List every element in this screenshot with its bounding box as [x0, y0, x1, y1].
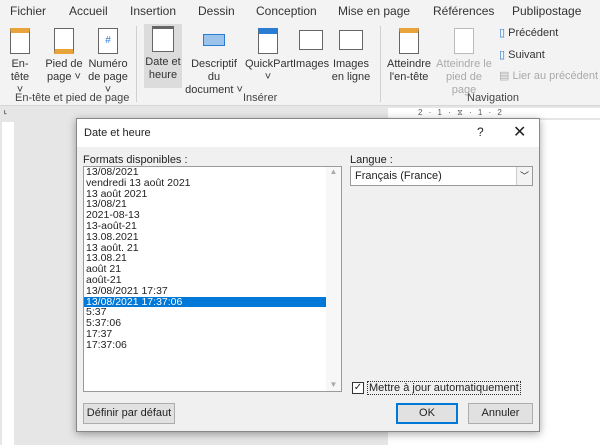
- tab-fichier[interactable]: Fichier: [10, 0, 46, 18]
- formats-list[interactable]: 13/08/2021 vendredi 13 août 2021 13 août 2…: [83, 166, 342, 392]
- format-item[interactable]: 17:37:06: [84, 339, 326, 351]
- pied-de-page-button[interactable]: Pied de page ˅: [44, 26, 84, 84]
- document-property-icon: [203, 34, 225, 46]
- format-item[interactable]: 13/08/2021 17:37: [84, 285, 326, 297]
- goto-header-icon: [399, 28, 419, 54]
- format-item[interactable]: vendredi 13 août 2021: [84, 177, 326, 189]
- date-heure-dialog: Date et heure ? ✕ Formats disponibles : …: [76, 118, 540, 432]
- picture-icon: [299, 30, 323, 50]
- tab-references[interactable]: Références: [433, 0, 494, 18]
- tab-publipostage[interactable]: Publipostage: [512, 0, 581, 18]
- group-label-navigation: Navigation: [467, 92, 519, 104]
- cancel-button[interactable]: Annuler: [468, 403, 533, 424]
- atteindre-pied-button[interactable]: Atteindre le pied de page: [434, 26, 494, 97]
- header-icon: [10, 28, 30, 54]
- tab-mise-en-page[interactable]: Mise en page: [338, 0, 410, 18]
- tab-accueil[interactable]: Accueil: [69, 0, 108, 18]
- format-item[interactable]: 5:37:06: [84, 318, 326, 329]
- entete-button[interactable]: En-tête ˅: [8, 26, 32, 97]
- atteindre-entete-button[interactable]: Atteindre l'en-tête: [386, 26, 432, 84]
- ribbon-tabs: Fichier Accueil Insertion Dessin Concept…: [0, 0, 600, 22]
- divider: [380, 26, 381, 102]
- langue-label: Langue :: [350, 154, 393, 166]
- link-icon: ▤: [499, 70, 510, 82]
- checkbox-icon[interactable]: ✓: [352, 382, 364, 394]
- images-en-ligne-button[interactable]: Images en ligne: [331, 26, 371, 84]
- help-button[interactable]: ?: [477, 125, 484, 139]
- online-picture-icon: [339, 30, 363, 50]
- dialog-title: Date et heure: [77, 119, 539, 147]
- page-number-icon: #: [98, 28, 118, 54]
- ribbon: En-tête ˅ Pied de page ˅ # Numéro de page ˅…: [0, 22, 600, 106]
- suivant-button[interactable]: ▯ Suivant: [499, 49, 545, 62]
- footer-icon: [54, 28, 74, 54]
- precedent-button[interactable]: ▯ Précédent: [499, 27, 558, 40]
- group-label-inserer: Insérer: [243, 92, 278, 104]
- group-label-entete: En-tête et pied de page: [15, 92, 130, 104]
- auto-update-checkbox[interactable]: ✓ Mettre à jour automatiquement: [352, 381, 521, 395]
- date-heure-button[interactable]: Date et heure: [144, 24, 182, 88]
- langue-select[interactable]: Français (France) ﹀: [350, 166, 533, 186]
- vertical-ruler[interactable]: [2, 122, 14, 445]
- numero-de-page-button[interactable]: # Numéro de page ˅: [86, 26, 130, 97]
- formats-label: Formats disponibles :: [83, 154, 188, 166]
- list-scrollbar[interactable]: ▲ ▼: [326, 167, 341, 391]
- chevron-down-icon[interactable]: ﹀: [516, 167, 532, 185]
- quickpart-icon: [258, 28, 278, 54]
- format-item[interactable]: 13.08.2021: [84, 231, 326, 243]
- tab-selector-icon[interactable]: ˪: [4, 106, 7, 116]
- ok-button[interactable]: OK: [396, 403, 458, 424]
- next-icon: ▯: [499, 49, 506, 61]
- previous-icon: ▯: [499, 27, 506, 39]
- close-button[interactable]: ✕: [513, 122, 526, 142]
- tab-dessin[interactable]: Dessin: [198, 0, 235, 18]
- descriptif-document-button[interactable]: Descriptif du document ˅: [184, 26, 244, 97]
- quickpart-button[interactable]: QuickPart ˅: [245, 26, 293, 84]
- calendar-clock-icon: [152, 26, 174, 52]
- tab-conception[interactable]: Conception: [256, 0, 317, 18]
- goto-footer-icon: [454, 28, 474, 54]
- images-button[interactable]: Images: [293, 26, 329, 71]
- format-item[interactable]: 13/08/2021 17:37:06: [84, 296, 326, 308]
- lier-precedent-button[interactable]: ▤ Lier au précédent: [499, 70, 598, 83]
- tab-insertion[interactable]: Insertion: [130, 0, 176, 18]
- divider: [136, 26, 137, 102]
- default-button[interactable]: Définir par défaut: [83, 403, 175, 424]
